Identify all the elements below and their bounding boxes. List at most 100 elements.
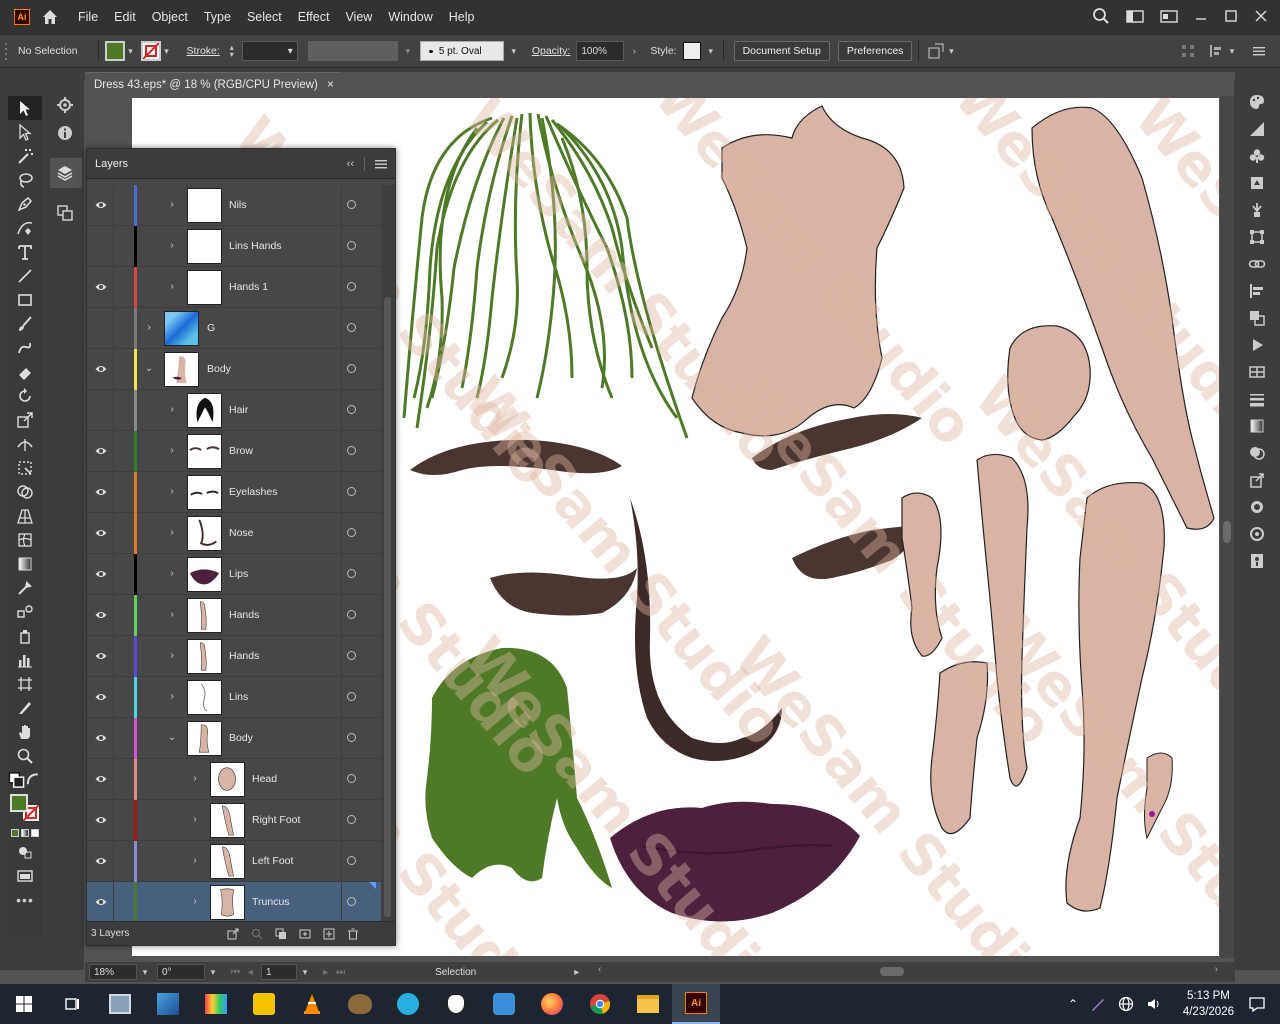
chevron-right-icon[interactable]: › <box>628 46 640 56</box>
opacity-label[interactable]: Opacity: <box>532 45 571 57</box>
chevron-down-icon[interactable]: ▾ <box>1226 46 1238 57</box>
eye-icon[interactable] <box>95 527 107 539</box>
align-icon[interactable] <box>1180 43 1196 59</box>
preferences-button[interactable]: Preferences <box>837 41 913 61</box>
chevron-right-icon[interactable]: › <box>167 609 177 621</box>
layer-name[interactable]: Nose <box>229 527 254 539</box>
appearance-button[interactable] <box>1234 493 1280 520</box>
eye-icon[interactable] <box>95 896 107 908</box>
eye-icon[interactable] <box>95 773 107 785</box>
menu-view[interactable]: View <box>345 10 372 24</box>
default-colors[interactable] <box>8 768 42 792</box>
rotation-field[interactable]: 0° <box>157 964 205 980</box>
shape-builder-tool[interactable] <box>8 480 42 504</box>
layer-name[interactable]: Body <box>229 732 253 744</box>
app-logo[interactable]: Ai <box>14 9 30 25</box>
eye-icon[interactable] <box>95 486 107 498</box>
layer-name[interactable]: Lins Hands <box>229 240 282 252</box>
layer-name[interactable]: G <box>207 322 215 334</box>
visibility-toggle[interactable] <box>95 404 107 416</box>
info-icon[interactable] <box>56 124 74 142</box>
collect-export-icon[interactable] <box>227 928 239 940</box>
layer-row[interactable]: › Hair <box>87 390 381 431</box>
scroll-thumb[interactable] <box>1223 521 1231 543</box>
width-tool[interactable] <box>8 432 42 456</box>
document-setup-button[interactable]: Document Setup <box>733 41 830 61</box>
lasso-tool[interactable] <box>8 168 42 192</box>
target-icon[interactable] <box>347 774 356 783</box>
eye-icon[interactable] <box>95 691 107 703</box>
status-menu-icon[interactable]: ▸ <box>574 967 579 978</box>
layer-row[interactable]: › Nils <box>87 185 381 226</box>
layer-row[interactable]: › G <box>87 308 381 349</box>
volume-icon[interactable] <box>1146 996 1162 1012</box>
target-icon[interactable] <box>347 528 356 537</box>
edit-toolbar-button[interactable]: ••• <box>8 888 42 912</box>
layers-icon[interactable] <box>56 164 74 182</box>
visibility-toggle[interactable] <box>95 240 107 252</box>
chevron-right-icon[interactable]: › <box>167 568 177 580</box>
export-button[interactable] <box>1234 466 1280 493</box>
stroke-panel-button[interactable] <box>1234 385 1280 412</box>
chevron-down-icon[interactable]: ⌄ <box>144 363 154 375</box>
mesh-tool[interactable] <box>8 528 42 552</box>
show-hidden-icons-icon[interactable]: ⌃ <box>1068 997 1078 1011</box>
fill-stroke-indicator[interactable] <box>8 792 42 826</box>
chevron-right-icon[interactable]: › <box>167 404 177 416</box>
stroke-swatch[interactable] <box>140 41 161 61</box>
fill-indicator[interactable] <box>10 794 28 812</box>
draw-mode-tool[interactable] <box>8 840 42 864</box>
eye-icon[interactable] <box>95 199 107 211</box>
layer-row[interactable]: › Brow <box>87 431 381 472</box>
layer-name[interactable]: Hair <box>229 404 248 416</box>
menu-object[interactable]: Object <box>152 10 188 24</box>
chevron-down-icon[interactable]: ▾ <box>207 967 219 978</box>
scroll-right-icon[interactable]: › <box>1215 964 1218 975</box>
taskbar-app-editor[interactable] <box>144 984 192 1024</box>
menu-effect[interactable]: Effect <box>298 10 330 24</box>
stroke-stepper-icon[interactable]: ▴ ▾ <box>226 44 238 59</box>
menu-window[interactable]: Window <box>388 10 432 24</box>
chevron-right-icon[interactable]: › <box>167 199 177 211</box>
target-icon[interactable] <box>347 651 356 660</box>
layers-scrollbar[interactable] <box>381 185 395 923</box>
chevron-down-icon[interactable]: ▾ <box>299 967 311 978</box>
target-icon[interactable] <box>347 610 356 619</box>
search-icon[interactable] <box>1092 7 1110 25</box>
chevron-down-icon[interactable]: ▾ <box>705 46 717 57</box>
blend-tool[interactable] <box>8 600 42 624</box>
chevron-right-icon[interactable]: › <box>167 527 177 539</box>
last-artboard-icon[interactable]: ⏭ <box>336 967 345 978</box>
maximize-icon[interactable] <box>1224 9 1238 23</box>
home-icon[interactable] <box>40 7 60 27</box>
layer-row[interactable]: ⌄ Body <box>87 718 381 759</box>
paintbrush-tool[interactable] <box>8 312 42 336</box>
close-icon[interactable] <box>1254 9 1268 23</box>
locate-object-icon[interactable] <box>251 928 263 940</box>
layer-row[interactable]: › Eyelashes <box>87 472 381 513</box>
taskbar-clock[interactable]: 5:13 PM 4/23/2026 <box>1183 988 1234 1020</box>
minimize-icon[interactable] <box>1194 9 1208 23</box>
taskbar-app-inkscape[interactable] <box>432 984 480 1024</box>
target-icon[interactable] <box>347 282 356 291</box>
slice-tool[interactable] <box>8 696 42 720</box>
type-tool[interactable] <box>8 240 42 264</box>
layer-name[interactable]: Body <box>207 363 231 375</box>
target-icon[interactable] <box>347 856 356 865</box>
symbols-button[interactable] <box>1234 169 1280 196</box>
pen-tray-icon[interactable] <box>1090 996 1106 1012</box>
menu-type[interactable]: Type <box>204 10 231 24</box>
arrange-icon[interactable] <box>927 42 945 60</box>
layer-row[interactable]: › Lins Hands <box>87 226 381 267</box>
taskbar-app-vlc[interactable] <box>288 984 336 1024</box>
gradient-tool[interactable] <box>8 552 42 576</box>
chevron-right-icon[interactable]: › <box>190 773 200 785</box>
column-graph-tool[interactable] <box>8 648 42 672</box>
screen-mode-tool[interactable] <box>8 864 42 888</box>
eye-icon[interactable] <box>95 568 107 580</box>
swatches-button[interactable] <box>1234 142 1280 169</box>
gradient-button[interactable] <box>21 829 29 837</box>
horizontal-scrollbar[interactable]: ‹ › <box>598 964 1218 978</box>
target-icon[interactable] <box>347 446 356 455</box>
layer-name[interactable]: Brow <box>229 445 253 457</box>
